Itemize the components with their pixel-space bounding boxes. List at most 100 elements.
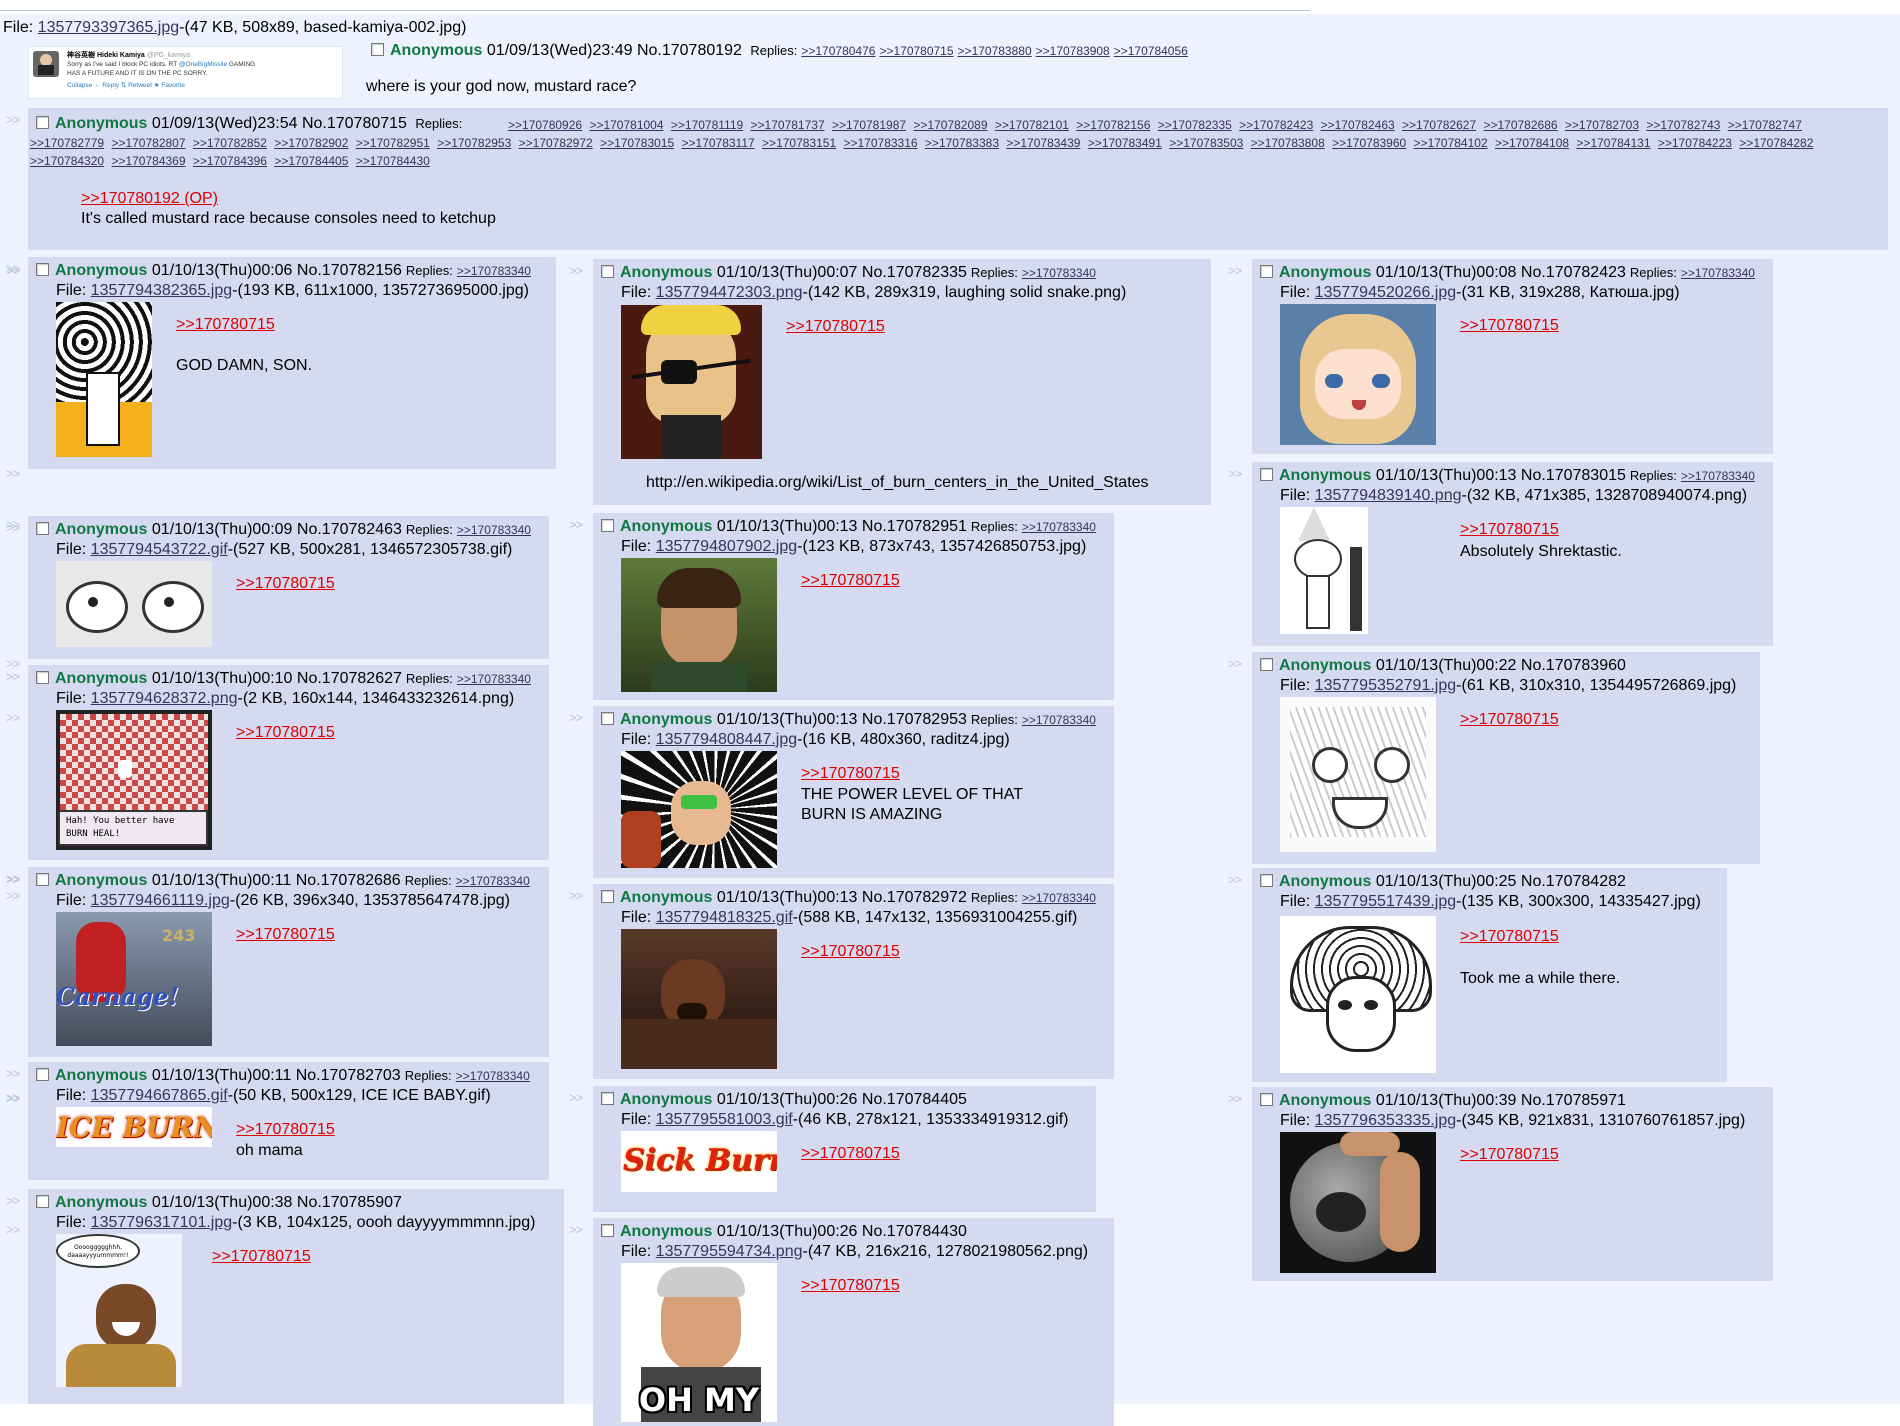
reply-link[interactable]: >>170783340	[457, 523, 531, 537]
reply-link[interactable]: >>170781987	[832, 118, 906, 132]
quote-link[interactable]: >>170780715	[801, 765, 900, 783]
post-thumbnail[interactable]	[621, 558, 777, 692]
reply-link[interactable]: >>170784056	[1114, 44, 1188, 58]
post-number[interactable]: No.170783015	[1521, 467, 1626, 484]
reply-link[interactable]: >>170783503	[1169, 136, 1243, 150]
reply-link[interactable]: >>170783808	[1251, 136, 1325, 150]
post-checkbox[interactable]	[1260, 265, 1273, 278]
reply-link[interactable]: >>170783340	[456, 874, 530, 888]
post-checkbox[interactable]	[1260, 1093, 1273, 1106]
post-checkbox[interactable]	[36, 263, 49, 276]
post-number[interactable]: No.170784282	[1521, 873, 1626, 890]
quote-link[interactable]: >>170780715	[236, 724, 335, 742]
file-link[interactable]: 1357795352791.jpg	[1315, 677, 1456, 694]
reply-link[interactable]: >>170783117	[682, 136, 755, 150]
file-link[interactable]: 1357794472303.png	[656, 284, 803, 301]
file-link[interactable]: 1357796317101.jpg	[91, 1214, 232, 1231]
post-thumbnail[interactable]: Carnage! 243	[56, 912, 212, 1046]
reply-link[interactable]: >>170782953	[437, 136, 511, 150]
quote-link[interactable]: >>170780192 (OP)	[81, 190, 218, 208]
post-number[interactable]: No.170782463	[297, 521, 402, 538]
reply-link[interactable]: >>170781119	[671, 118, 743, 132]
post-number[interactable]: No.170782156	[297, 262, 402, 279]
post-number[interactable]: No.170784430	[862, 1223, 967, 1240]
reply-link[interactable]: >>170782335	[1158, 118, 1232, 132]
reply-link[interactable]: >>170782747	[1728, 118, 1802, 132]
post-thumbnail[interactable]	[1280, 1132, 1436, 1273]
reply-link[interactable]: >>170783880	[958, 44, 1032, 58]
reply-link[interactable]: >>170782101	[995, 118, 1069, 132]
reply-link[interactable]: >>170782779	[30, 136, 104, 150]
reply-link[interactable]: >>170784223	[1658, 136, 1732, 150]
post-thumbnail[interactable]	[1280, 507, 1368, 634]
post-thumbnail[interactable]	[1280, 916, 1436, 1073]
post-number[interactable]: No.170785907	[297, 1194, 402, 1211]
op-checkbox[interactable]	[371, 43, 384, 56]
quote-link[interactable]: >>170780715	[236, 575, 335, 593]
post-checkbox[interactable]	[1260, 658, 1273, 671]
reply-link[interactable]: >>170783340	[1022, 713, 1096, 727]
op-file-link[interactable]: 1357793397365.jpg	[38, 19, 179, 36]
reply-link[interactable]: >>170783960	[1332, 136, 1406, 150]
reply-link[interactable]: >>170783340	[1681, 469, 1755, 483]
reply-link[interactable]: >>170783015	[600, 136, 674, 150]
reply-link[interactable]: >>170783340	[1022, 891, 1096, 905]
post-checkbox[interactable]	[1260, 874, 1273, 887]
post-thumbnail[interactable]	[621, 929, 777, 1069]
reply-link[interactable]: >>170783316	[843, 136, 917, 150]
file-link[interactable]: 1357794818325.gif	[656, 909, 793, 926]
post-checkbox[interactable]	[601, 1224, 614, 1237]
post-thumbnail[interactable]: ICE BURN	[56, 1107, 212, 1147]
file-link[interactable]: 1357794382365.jpg	[91, 282, 232, 299]
reply-link[interactable]: >>170783491	[1088, 136, 1162, 150]
reply-link[interactable]: >>170782627	[1402, 118, 1476, 132]
post-number[interactable]: No.170782953	[862, 711, 967, 728]
reply-link[interactable]: >>170784102	[1414, 136, 1488, 150]
post-checkbox[interactable]	[36, 1068, 49, 1081]
reply-link[interactable]: >>170783340	[1022, 266, 1096, 280]
reply-link[interactable]: >>170782807	[111, 136, 185, 150]
post-checkbox[interactable]	[601, 1092, 614, 1105]
post-thumbnail[interactable]	[1280, 304, 1436, 445]
file-link[interactable]: 1357795581003.gif	[656, 1111, 793, 1128]
reply-link[interactable]: >>170782156	[1076, 118, 1150, 132]
quote-link[interactable]: >>170780715	[1460, 317, 1559, 335]
quote-link[interactable]: >>170780715	[236, 1121, 335, 1139]
reply-link[interactable]: >>170784282	[1739, 136, 1813, 150]
post-thumbnail[interactable]: Ooooggggghhh, daaaayyyummmm!!	[56, 1234, 182, 1387]
file-link[interactable]: 1357796353335.jpg	[1315, 1112, 1456, 1129]
reply-link[interactable]: >>170784430	[356, 154, 430, 168]
post-checkbox[interactable]	[601, 519, 614, 532]
quote-link[interactable]: >>170780715	[801, 572, 900, 590]
file-link[interactable]: 1357794807902.jpg	[656, 538, 797, 555]
file-link[interactable]: 1357794520266.jpg	[1315, 284, 1456, 301]
quote-link[interactable]: >>170780715	[1460, 711, 1559, 729]
reply-link[interactable]: >>170784108	[1495, 136, 1569, 150]
post-checkbox[interactable]	[601, 890, 614, 903]
quote-link[interactable]: >>170780715	[1460, 928, 1559, 946]
reply-link[interactable]: >>170783340	[456, 1069, 530, 1083]
reply-link[interactable]: >>170784131	[1576, 136, 1650, 150]
quote-link[interactable]: >>170780715	[801, 943, 900, 961]
file-link[interactable]: 1357794667865.gif	[91, 1087, 228, 1104]
file-link[interactable]: 1357795517439.jpg	[1315, 893, 1456, 910]
post-number[interactable]: No.170782686	[296, 872, 401, 889]
reply-link[interactable]: >>170783151	[762, 136, 836, 150]
post-number[interactable]: No.170783960	[1521, 657, 1626, 674]
post-number[interactable]: No.170782335	[862, 264, 967, 281]
reply-link[interactable]: >>170782743	[1646, 118, 1720, 132]
reply-link[interactable]: >>170780476	[801, 44, 875, 58]
post-checkbox[interactable]	[36, 1195, 49, 1208]
reply-link[interactable]: >>170782902	[274, 136, 348, 150]
reply-link[interactable]: >>170782423	[1239, 118, 1313, 132]
post-thumbnail[interactable]	[621, 751, 777, 868]
reply-link[interactable]: >>170782463	[1321, 118, 1395, 132]
reply-link[interactable]: >>170783439	[1006, 136, 1080, 150]
reply-link[interactable]: >>170783340	[1022, 520, 1096, 534]
post-thumbnail[interactable]	[621, 305, 762, 459]
reply-link[interactable]: >>170782703	[1565, 118, 1639, 132]
reply-link[interactable]: >>170780926	[508, 118, 582, 132]
post-number[interactable]: No.170785971	[1521, 1092, 1626, 1109]
file-link[interactable]: 1357795594734.png	[656, 1243, 803, 1260]
reply-link[interactable]: >>170784320	[30, 154, 104, 168]
